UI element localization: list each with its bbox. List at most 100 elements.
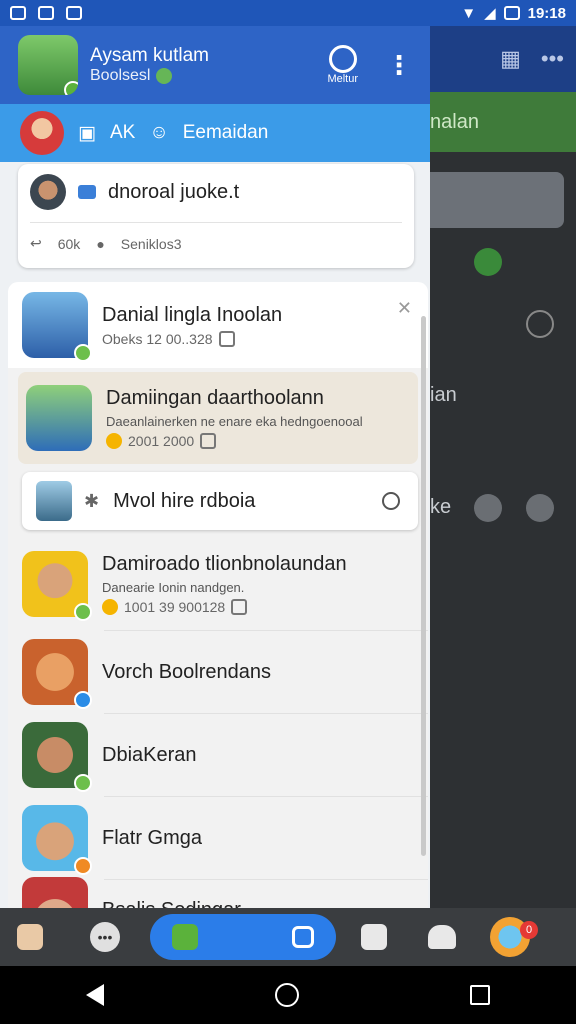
emoji-icon: ☺: [149, 122, 169, 143]
chat-avatar: [22, 722, 92, 792]
chat-sub: Daeanlainerken ne enare eka hedngoenooal: [106, 414, 363, 429]
chat-avatar: [26, 385, 92, 451]
wifi-icon: ▼: [461, 4, 477, 22]
clock-icon: [526, 310, 554, 338]
chat-name: Mvol hire rdboia: [113, 489, 256, 512]
comment-icon[interactable]: ●: [96, 236, 104, 252]
nav-profile[interactable]: [0, 924, 60, 950]
chat-list[interactable]: Danial lingla Inoolan Obeks 12 00..328 ✕…: [8, 282, 428, 908]
subheader-b: Eemaidan: [182, 122, 269, 143]
list-item[interactable]: Vorch Boolrendans: [8, 631, 428, 713]
nav-list[interactable]: [336, 924, 412, 950]
mail-icon: [38, 6, 54, 20]
star-icon: [474, 494, 502, 522]
chat-name: Damiingan daarthoolann: [106, 387, 324, 409]
user-status: Boolsesl: [90, 67, 151, 84]
chat-name: Vorch Boolrendans: [102, 660, 272, 683]
scrollbar[interactable]: [421, 316, 426, 856]
nav-home-pill[interactable]: [150, 914, 336, 960]
background-text: ian: [430, 384, 457, 406]
nav-chats[interactable]: •••: [60, 922, 150, 952]
chat-name: DbiaKeran: [102, 743, 197, 766]
share-icon[interactable]: ↩: [30, 235, 42, 252]
system-navigation: [0, 966, 576, 1024]
recents-icon[interactable]: [470, 985, 491, 1005]
subheader-a: AK: [109, 122, 136, 143]
background-text: ke: [430, 496, 452, 518]
list-icon: [361, 924, 387, 950]
list-item[interactable]: Flatr Gmga: [8, 797, 428, 879]
chat-avatar: [22, 877, 88, 908]
nav-account[interactable]: 0: [472, 917, 548, 957]
list-item[interactable]: Damiroado tlionbnolaundan Danearie Ionin…: [8, 538, 428, 630]
list-item[interactable]: Damiingan daarthoolann Daeanlainerken ne…: [18, 372, 418, 464]
chat-bubble-icon: •••: [90, 922, 120, 952]
background-card: [430, 172, 564, 228]
reaction-icon: [200, 433, 217, 449]
bottom-navigation: ••• 0: [0, 908, 576, 966]
meltur-button[interactable]: Meltur: [327, 45, 358, 85]
more-icon: •••: [540, 46, 564, 71]
user-avatar[interactable]: [18, 35, 78, 95]
battery-icon: [503, 6, 520, 20]
chat-meta-text: 1001 39 900128: [124, 599, 226, 615]
list-item[interactable]: DbiaKeran: [8, 714, 428, 796]
bag-icon: [292, 926, 314, 948]
pin-icon: ✱: [84, 490, 100, 511]
post-count: 60k: [57, 235, 81, 252]
app-notification-icon: [10, 6, 26, 20]
status-emoji-icon: [156, 68, 173, 84]
post-reply: Seniklos3: [120, 235, 182, 252]
chat-name: Bsalis Sedingar: [102, 899, 414, 909]
chat-avatar: [22, 805, 92, 875]
user-name: Aysam kutlam: [90, 45, 209, 66]
background-app[interactable]: ▦ ••• nalan ian ke: [430, 26, 576, 908]
chat-avatar: [22, 639, 92, 709]
list-item[interactable]: Danial lingla Inoolan Obeks 12 00..328 ✕: [8, 282, 428, 368]
more-options-icon[interactable]: ⋮: [386, 52, 412, 78]
chat-avatar: [36, 481, 72, 521]
chat-name: Danial lingla Inoolan: [102, 303, 283, 326]
signal-icon: ◢: [484, 5, 496, 22]
emoji-icon: [102, 599, 118, 615]
notification-badge: 0: [520, 921, 538, 939]
navigation-drawer[interactable]: Aysam kutlam Boolsesl Meltur ⋮ ▣ AK ☺ Ee…: [0, 26, 430, 908]
close-icon[interactable]: ✕: [397, 298, 412, 319]
target-icon: [328, 45, 357, 73]
drawer-header: Aysam kutlam Boolsesl Meltur ⋮: [0, 26, 430, 104]
chat-sub: Obeks 12 00..328: [102, 330, 213, 347]
chat-name: Flatr Gmga: [102, 826, 203, 849]
verified-badge: [74, 691, 92, 709]
background-toolbar: ▦ •••: [430, 26, 576, 92]
sub-avatar: [20, 111, 64, 155]
like-icon: [231, 599, 248, 615]
emoji-icon: [106, 433, 122, 449]
status-bar: ▼ ◢ 19:18: [0, 0, 576, 26]
post-text: dnoroal juoke.t: [108, 180, 240, 203]
home-icon[interactable]: [274, 983, 299, 1007]
clock: 19:18: [527, 4, 566, 22]
contact-icon: [428, 925, 456, 949]
timer-icon[interactable]: [382, 492, 400, 510]
online-badge: [74, 603, 92, 621]
post-type-icon: [78, 185, 96, 199]
post-card[interactable]: dnoroal juoke.t ↩ 60k ● Seniklos3: [18, 164, 414, 268]
drawer-subheader[interactable]: ▣ AK ☺ Eemaidan: [0, 104, 430, 162]
background-banner: nalan: [430, 92, 576, 152]
android-icon: [172, 924, 198, 950]
doctor-icon: [17, 924, 43, 950]
post-avatar: [30, 174, 66, 210]
list-item[interactable]: Bsalis Sedingar: [8, 877, 428, 909]
status-badge: [74, 857, 92, 875]
chat-name: Damiroado tlionbnolaundan: [102, 553, 347, 575]
check-icon: [474, 248, 502, 276]
chat-sub: Danearie Ionin nandgen.: [102, 580, 245, 595]
nav-contacts[interactable]: [412, 925, 472, 949]
online-badge: [74, 344, 92, 362]
chat-icon: ▣: [78, 122, 96, 144]
back-icon[interactable]: [85, 984, 104, 1006]
chat-avatar: [22, 292, 92, 362]
grid-icon: ▦: [500, 46, 521, 71]
online-badge: [74, 774, 92, 792]
list-item[interactable]: ✱ Mvol hire rdboia: [22, 472, 418, 530]
